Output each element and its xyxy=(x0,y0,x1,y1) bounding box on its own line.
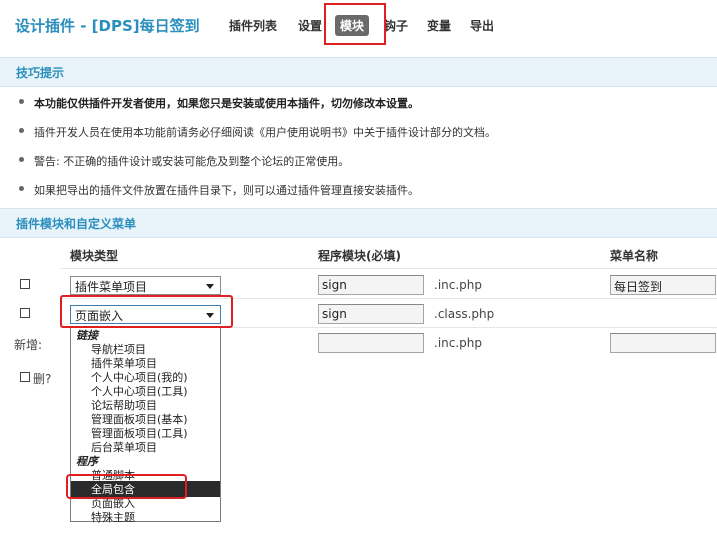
row-1-module-type-select[interactable]: 插件菜单项目 xyxy=(70,276,221,295)
dropdown-option[interactable]: 后台菜单项目 xyxy=(91,439,157,455)
chevron-down-icon xyxy=(206,284,214,289)
bullet-icon xyxy=(19,128,24,133)
page-title: 设计插件 - [DPS]每日签到 xyxy=(15,17,200,35)
new-row-label: 新增: xyxy=(14,338,43,352)
row-1-menu-name-input[interactable]: 每日签到 xyxy=(610,275,716,295)
annotation-box-option xyxy=(66,474,187,499)
nav-hooks[interactable]: 钩子 xyxy=(384,17,408,34)
bullet-icon xyxy=(19,99,24,104)
row-2-module-input[interactable]: sign xyxy=(318,304,424,324)
nav-variables[interactable]: 变量 xyxy=(427,17,451,34)
dropdown-option[interactable]: 特殊主题 xyxy=(91,509,135,525)
row-2-suffix: .class.php xyxy=(434,307,495,321)
tips-section-title: 技巧提示 xyxy=(16,66,65,80)
column-header-module-type: 模块类型 xyxy=(70,249,119,263)
tip-item: 如果把导出的插件文件放置在插件目录下，则可以通过插件管理直接安装插件。 xyxy=(34,184,419,197)
modules-section-title: 插件模块和自定义菜单 xyxy=(16,217,137,231)
row-1-module-input[interactable]: sign xyxy=(318,275,424,295)
column-header-menu-name: 菜单名称 xyxy=(610,249,659,263)
tip-item: 警告: 不正确的插件设计或安装可能危及到整个论坛的正常使用。 xyxy=(34,155,350,168)
tips-section-header xyxy=(0,57,717,87)
delete-checkbox[interactable] xyxy=(20,372,30,382)
delete-label: 删? xyxy=(33,372,52,386)
nav-plugin-list[interactable]: 插件列表 xyxy=(229,17,277,34)
new-row-menu-name-input[interactable] xyxy=(610,333,716,353)
new-row-module-input[interactable] xyxy=(318,333,424,353)
row-1-delete-checkbox[interactable] xyxy=(20,279,30,289)
annotation-box-select xyxy=(60,295,233,328)
select-value: 插件菜单项目 xyxy=(75,280,148,294)
tip-item: 插件开发人员在使用本功能前请务必仔细阅读《用户使用说明书》中关于插件设计部分的文… xyxy=(34,126,496,139)
new-row-suffix: .inc.php xyxy=(434,336,483,350)
nav-settings[interactable]: 设置 xyxy=(298,17,322,34)
column-header-program-module: 程序模块(必填) xyxy=(318,249,401,263)
nav-export[interactable]: 导出 xyxy=(470,17,494,34)
annotation-box-nav xyxy=(324,3,386,45)
row-1-suffix: .inc.php xyxy=(434,278,483,292)
tip-item: 本功能仅供插件开发者使用，如果您只是安装或使用本插件，切勿修改本设置。 xyxy=(34,97,419,110)
row-divider xyxy=(60,268,717,269)
bullet-icon xyxy=(19,157,24,162)
bullet-icon xyxy=(19,186,24,191)
row-2-delete-checkbox[interactable] xyxy=(20,308,30,318)
